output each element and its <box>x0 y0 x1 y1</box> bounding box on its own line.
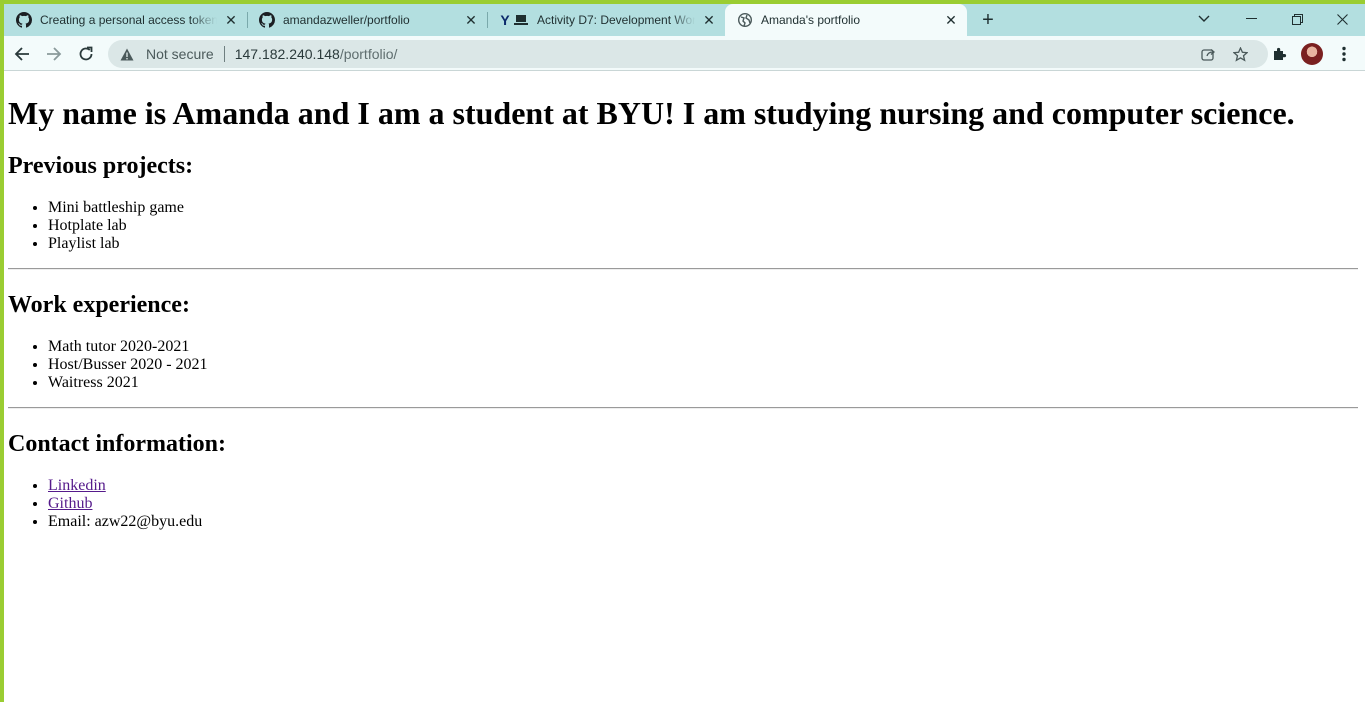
address-bar[interactable]: Not secure 147.182.240.148/portfolio/ <box>108 40 1268 68</box>
list-item: Linkedin <box>48 477 202 495</box>
github-icon <box>16 12 32 28</box>
new-tab-button[interactable]: + <box>976 8 1000 32</box>
list-item: Host/Busser 2020 - 2021 <box>48 356 208 374</box>
tab-title: Activity D7: Development Work <box>537 13 695 27</box>
tab-portfolio-repo[interactable]: amandazweller/portfolio ✕ <box>247 4 487 36</box>
close-tab-icon[interactable]: ✕ <box>941 10 961 30</box>
tab-creating-token[interactable]: Creating a personal access token ✕ <box>4 4 247 36</box>
tab-title: Amanda's portfolio <box>761 13 861 27</box>
close-window-button[interactable] <box>1319 4 1365 34</box>
tab-amandas-portfolio[interactable]: Amanda's portfolio ✕ <box>725 4 967 36</box>
profile-avatar[interactable] <box>1298 40 1326 68</box>
linkedin-link[interactable]: Linkedin <box>48 477 106 494</box>
section-divider <box>8 407 1358 409</box>
github-link[interactable]: Github <box>48 495 92 512</box>
globe-icon <box>737 12 753 28</box>
email-item: Email: azw22@byu.edu <box>48 513 202 531</box>
tab-title: Creating a personal access token <box>40 13 217 27</box>
browser-toolbar: Not secure 147.182.240.148/portfolio/ <box>4 36 1365 71</box>
tab-title: amandazweller/portfolio <box>283 13 410 27</box>
list-item: Playlist lab <box>48 235 184 253</box>
close-tab-icon[interactable]: ✕ <box>221 10 241 30</box>
warning-icon[interactable] <box>120 48 136 61</box>
contact-heading: Contact information: <box>8 431 226 457</box>
minimize-button[interactable] <box>1228 4 1274 34</box>
extensions-puzzle-icon[interactable] <box>1266 40 1294 68</box>
kebab-menu-icon[interactable] <box>1330 40 1358 68</box>
url-path: /portfolio/ <box>339 46 398 62</box>
tab-search-chevron-down-icon[interactable] <box>1181 4 1227 34</box>
list-item: Hotplate lab <box>48 217 184 235</box>
reload-button[interactable] <box>72 40 100 68</box>
list-item: Waitress 2021 <box>48 374 208 392</box>
security-label[interactable]: Not secure <box>146 46 214 62</box>
avatar <box>1301 43 1323 65</box>
tab-activity-d7[interactable]: Y Activity D7: Development Work ✕ <box>487 4 725 36</box>
close-tab-icon[interactable]: ✕ <box>461 10 481 30</box>
url-host: 147.182.240.148 <box>234 46 340 62</box>
list-item: Github <box>48 495 202 513</box>
list-item: Math tutor 2020-2021 <box>48 338 208 356</box>
work-list: Math tutor 2020-2021 Host/Busser 2020 - … <box>8 338 208 392</box>
projects-list: Mini battleship game Hotplate lab Playli… <box>8 199 184 253</box>
projects-heading: Previous projects: <box>8 153 194 179</box>
page-content: My name is Amanda and I am a student at … <box>4 71 1365 702</box>
restore-button[interactable] <box>1274 4 1320 34</box>
tab-strip: Creating a personal access token ✕ amand… <box>4 4 1365 36</box>
contact-list: Linkedin Github Email: azw22@byu.edu <box>8 477 202 531</box>
close-tab-icon[interactable]: ✕ <box>699 10 719 30</box>
list-item: Mini battleship game <box>48 199 184 217</box>
work-heading: Work experience: <box>8 292 190 318</box>
share-icon[interactable] <box>1196 42 1220 66</box>
divider <box>223 46 225 62</box>
page-title: My name is Amanda and I am a student at … <box>8 95 1295 131</box>
y-laptop-icon: Y <box>499 12 529 28</box>
back-button[interactable] <box>8 40 36 68</box>
bookmark-star-icon[interactable] <box>1228 42 1252 66</box>
section-divider <box>8 268 1358 270</box>
github-icon <box>259 12 275 28</box>
browser-window: Creating a personal access token ✕ amand… <box>4 4 1365 702</box>
forward-button[interactable] <box>40 40 68 68</box>
